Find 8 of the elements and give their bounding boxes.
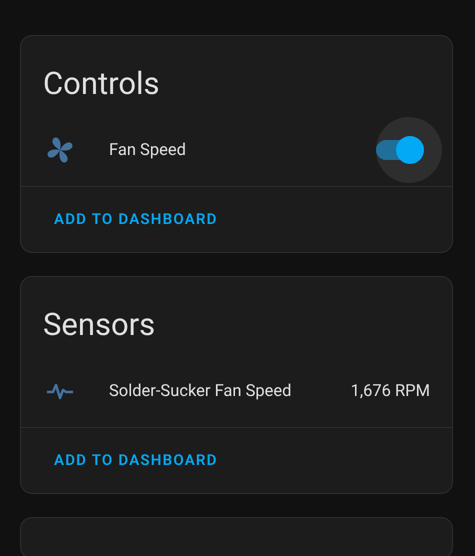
- add-to-dashboard-button[interactable]: ADD TO DASHBOARD: [29, 441, 243, 479]
- add-to-dashboard-button[interactable]: ADD TO DASHBOARD: [29, 200, 243, 238]
- card-title: Controls: [42, 64, 161, 102]
- fan-icon: [45, 135, 75, 165]
- entity-name: Solder-Sucker Fan Speed: [109, 382, 292, 400]
- card-title: Sensors: [42, 305, 156, 343]
- sensor-value: 1,676 RPM: [350, 382, 430, 400]
- entity-name: Fan Speed: [109, 140, 187, 160]
